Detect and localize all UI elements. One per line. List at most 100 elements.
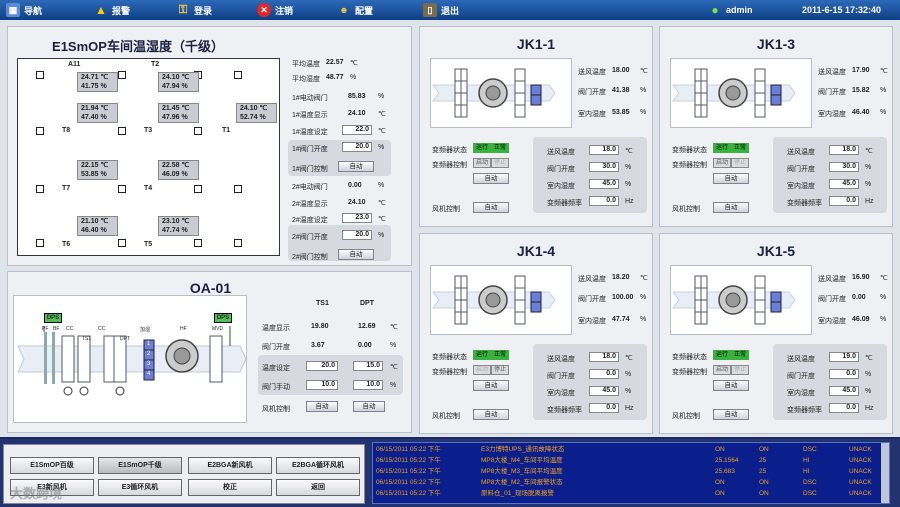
sensor-checkbox[interactable] — [118, 239, 126, 247]
sensor-checkbox[interactable] — [36, 71, 44, 79]
sensor-checkbox[interactable] — [36, 127, 44, 135]
supply-temp-setpoint[interactable]: 18.0 — [829, 145, 859, 155]
datetime: 2011-6-15 17:32:40 — [802, 5, 882, 15]
nav-button-group: E1SmOP百级 E1SmOP千级 E2BGA新风机 E2BGA循环风机 E3新… — [3, 444, 365, 504]
valve-open-setpoint[interactable]: 30.0 — [829, 162, 859, 172]
sensor-tag: T8 — [62, 127, 71, 134]
start-button[interactable]: 启动 — [713, 158, 731, 168]
run-status-indicator: 运行 — [713, 143, 731, 153]
config-button[interactable]: ☻ 配置 — [337, 2, 373, 18]
ahu-diagram — [670, 265, 812, 335]
user-indicator: ● admin — [708, 2, 752, 18]
alarm-scrollbar[interactable] — [881, 443, 889, 503]
valve2-value: 0.00 — [348, 182, 362, 189]
supply-temp-setpoint[interactable]: 18.0 — [589, 145, 619, 155]
dps-indicator: DPS — [44, 313, 62, 323]
vfd-mode-button[interactable]: 自动 — [473, 380, 509, 391]
oa-fan-control-button[interactable]: 自动 — [353, 401, 385, 412]
room-hum-setpoint[interactable]: 45.0 — [589, 386, 619, 396]
supply-temp-value: 16.90 — [852, 274, 870, 281]
valve-open-setpoint[interactable]: 30.0 — [589, 162, 619, 172]
nav-e2bga-fresh-air[interactable]: E2BGA新风机 — [188, 457, 272, 474]
alarm-row[interactable]: 06/15/2011 05:22 下午 MP8大楼_M3_车间平均温度 25.6… — [373, 466, 889, 477]
valve2-control-button[interactable]: 自动 — [338, 249, 374, 260]
sensor-tag: T2 — [151, 61, 160, 68]
oa-valve-manual-ts1[interactable]: 10.0 — [306, 380, 338, 390]
oa-temp-setpoint-dpt[interactable]: 15.0 — [353, 361, 383, 371]
sensor-checkbox[interactable] — [194, 239, 202, 247]
ahu-panel: JK1-4 送风温度 18.20 ℃ 阀门开度 100.00 % 室内湿度 47… — [419, 233, 653, 434]
sensor-checkbox[interactable] — [36, 185, 44, 193]
room-hum-setpoint[interactable]: 45.0 — [829, 386, 859, 396]
supply-temp-setpoint[interactable]: 19.0 — [829, 352, 859, 362]
nav-e2bga-circulation[interactable]: E2BGA循环风机 — [276, 457, 360, 474]
stop-button[interactable]: 停止 — [491, 365, 509, 375]
avg-temp-label: 平均温度 — [292, 61, 320, 68]
alarm-row[interactable]: 06/15/2011 05:22 下午 原料仓_01_现场脱离报警 ON ON … — [373, 488, 889, 499]
valve-open-value: 41.38 — [612, 87, 630, 94]
vfd-frequency-setpoint[interactable]: 0.0 — [829, 196, 859, 206]
start-button[interactable]: 启动 — [473, 365, 491, 375]
nav-e1smop-100[interactable]: E1SmOP百级 — [10, 457, 94, 474]
ahu-diagram — [670, 58, 812, 128]
sensor-tag: T6 — [62, 241, 71, 248]
fan-control-button[interactable]: 自动 — [713, 409, 749, 420]
run-status-indicator: 运行 — [713, 350, 731, 360]
sensor-checkbox[interactable] — [118, 71, 126, 79]
fan-control-button[interactable]: 自动 — [473, 202, 509, 213]
nav-e3-circulation[interactable]: E3循环风机 — [98, 479, 182, 496]
sensor-checkbox[interactable] — [234, 239, 242, 247]
ahu-title: JK1-4 — [516, 243, 556, 259]
logout-button[interactable]: ✕ 注销 — [257, 2, 293, 18]
sensor-checkbox[interactable] — [234, 71, 242, 79]
back-button[interactable]: 返回 — [276, 479, 360, 496]
fan-control-button[interactable]: 自动 — [713, 202, 749, 213]
start-button[interactable]: 启动 — [713, 365, 731, 375]
sensor-checkbox[interactable] — [194, 127, 202, 135]
vfd-mode-button[interactable]: 自动 — [713, 380, 749, 391]
sensor-checkbox[interactable] — [118, 185, 126, 193]
supply-temp-setpoint[interactable]: 18.0 — [589, 352, 619, 362]
nav-button[interactable]: ▦ 导航 — [6, 2, 42, 18]
temp2-setpoint-input[interactable]: 23.0 — [342, 213, 372, 223]
normal-status-indicator: 正常 — [731, 143, 749, 153]
oa-temp-ts1: 19.80 — [311, 323, 329, 330]
valve-open-setpoint[interactable]: 0.0 — [589, 369, 619, 379]
oa-valve-manual-dpt[interactable]: 10.0 — [353, 380, 383, 390]
sensor-checkbox[interactable] — [118, 127, 126, 135]
vfd-frequency-setpoint[interactable]: 0.0 — [829, 403, 859, 413]
alarm-row[interactable]: 06/15/2011 05:22 下午 E3力博特UPS_通讯故障状态 ON O… — [373, 444, 889, 455]
stop-button[interactable]: 停止 — [491, 158, 509, 168]
temp1-setpoint-input[interactable]: 22.0 — [342, 125, 372, 135]
oa-unit-diagram: DPS DPS PF BF CC CC TS1 DPT 加湿 HF MVD 1 … — [13, 295, 247, 423]
alarm-row[interactable]: 06/15/2011 05:22 下午 MP8大楼_M2_车间报警状态 ON O… — [373, 477, 889, 488]
room-hum-setpoint[interactable]: 45.0 — [829, 179, 859, 189]
vfd-mode-button[interactable]: 自动 — [713, 173, 749, 184]
oa-fan-control-button[interactable]: 自动 — [306, 401, 338, 412]
login-button[interactable]: ⚿ 登录 — [176, 2, 212, 18]
valve1-control-button[interactable]: 自动 — [338, 161, 374, 172]
valve1-open-input[interactable]: 20.0 — [342, 142, 372, 152]
vfd-mode-button[interactable]: 自动 — [473, 173, 509, 184]
exit-button[interactable]: ▯ 退出 — [423, 2, 459, 18]
alarm-button[interactable]: ▲ 报警 — [94, 2, 130, 18]
nav-e1smop-1000[interactable]: E1SmOP千级 — [98, 457, 182, 474]
sitemap-icon: ▦ — [6, 3, 20, 17]
alarm-row[interactable]: 06/15/2011 05:22 下午 MP8大楼_M4_车间平均温度 25.1… — [373, 455, 889, 466]
vfd-frequency-setpoint[interactable]: 0.0 — [589, 196, 619, 206]
oa-temp-setpoint-ts1[interactable]: 20.0 — [306, 361, 338, 371]
alarm-list[interactable]: 06/15/2011 05:22 下午 E3力博特UPS_通讯故障状态 ON O… — [372, 442, 890, 504]
valve2-open-input[interactable]: 20.0 — [342, 230, 372, 240]
sensor-checkbox[interactable] — [234, 185, 242, 193]
sensor-checkbox[interactable] — [36, 239, 44, 247]
room-hum-setpoint[interactable]: 45.0 — [589, 179, 619, 189]
fan-control-button[interactable]: 自动 — [473, 409, 509, 420]
calibrate-button[interactable]: 校正 — [188, 479, 272, 496]
stop-button[interactable]: 停止 — [731, 158, 749, 168]
start-button[interactable]: 启动 — [473, 158, 491, 168]
vfd-frequency-setpoint[interactable]: 0.0 — [589, 403, 619, 413]
room-hum-value: 46.09 — [852, 316, 870, 323]
stop-button[interactable]: 停止 — [731, 365, 749, 375]
valve-open-setpoint[interactable]: 0.0 — [829, 369, 859, 379]
sensor-checkbox[interactable] — [194, 185, 202, 193]
